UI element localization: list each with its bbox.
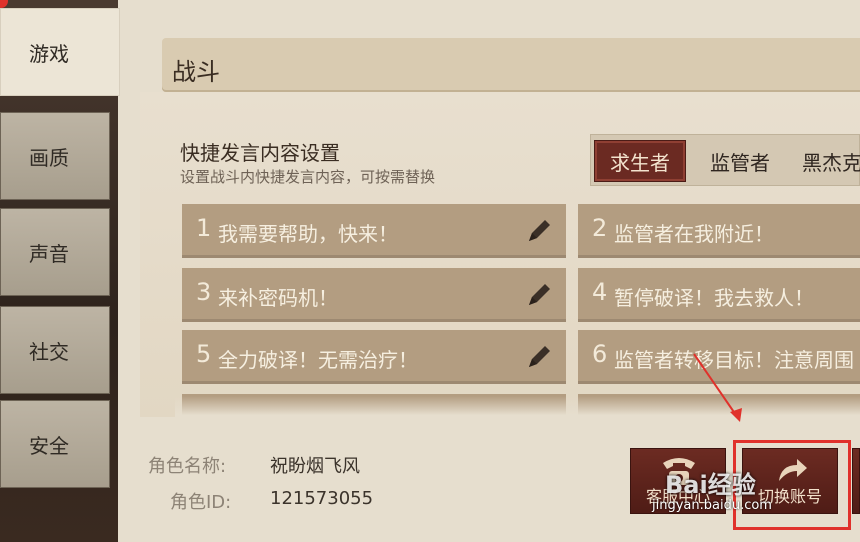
sidebar-item-game[interactable]: 游戏 (0, 8, 120, 96)
sidebar-item-security[interactable]: 安全 (0, 400, 110, 488)
phrase-number: 4 (592, 278, 608, 306)
phrase-number: 5 (196, 340, 212, 368)
phrase-number: 2 (592, 214, 608, 242)
role-name-value: 祝盼烟飞风 (270, 456, 360, 477)
tab-hunter[interactable]: 监管者 (692, 140, 788, 182)
sidebar-item-label: 安全 (29, 433, 69, 458)
sidebar-item-graphics[interactable]: 画质 (0, 112, 110, 200)
phrase-number: 1 (196, 214, 212, 242)
role-id-value: 121573055 (270, 488, 374, 509)
tab-label: 黑杰克 (802, 150, 860, 175)
watermark-url: jingyan.baidu.com (652, 498, 772, 513)
phrase-text: 暂停破译！我去救人！ (614, 286, 814, 310)
extra-button-partial[interactable] (852, 448, 860, 514)
page-title: 战斗 (172, 58, 220, 86)
watermark-logo: Bai经验 (665, 471, 756, 499)
phrase-text: 监管者在我附近！ (614, 222, 774, 246)
tab-label: 求生者 (610, 150, 670, 175)
phrase-text: 来补密码机！ (218, 286, 338, 310)
phrase-item-1[interactable]: 1 我需要帮助，快来！ (182, 204, 566, 258)
role-name-label: 角色名称: (148, 456, 227, 477)
edit-pencil-icon[interactable] (524, 280, 554, 310)
phrase-item-3[interactable]: 3 来补密码机！ (182, 268, 566, 322)
annotation-arrow-icon (693, 353, 742, 422)
role-id-label: 角色ID: (170, 492, 232, 513)
edit-pencil-icon[interactable] (524, 216, 554, 246)
tab-survivor[interactable]: 求生者 (594, 140, 686, 182)
header-bar (162, 38, 860, 92)
list-fade (175, 396, 860, 420)
sidebar-item-label: 画质 (29, 145, 69, 170)
sidebar-item-sound[interactable]: 声音 (0, 208, 110, 296)
sidebar-item-label: 游戏 (29, 41, 69, 66)
sidebar-item-label: 声音 (29, 241, 69, 266)
section-title: 快捷发言内容设置 (180, 141, 340, 165)
phrase-number: 3 (196, 278, 212, 306)
section-subtitle: 设置战斗内快捷发言内容，可按需替换 (180, 168, 436, 186)
phrase-item-2[interactable]: 2 监管者在我附近！ (578, 204, 860, 258)
tab-label: 监管者 (710, 150, 770, 175)
edit-pencil-icon[interactable] (524, 342, 554, 372)
phrase-item-5[interactable]: 5 全力破译！无需治疗！ (182, 330, 566, 384)
tab-blackjack[interactable]: 黑杰克 (792, 140, 860, 182)
sidebar-item-label: 社交 (29, 339, 69, 364)
phrase-text: 全力破译！无需治疗！ (218, 348, 418, 372)
phrase-text: 我需要帮助，快来！ (218, 222, 398, 246)
sidebar-item-social[interactable]: 社交 (0, 306, 110, 394)
phrase-item-4[interactable]: 4 暂停破译！我去救人！ (578, 268, 860, 322)
phrase-number: 6 (592, 340, 608, 368)
